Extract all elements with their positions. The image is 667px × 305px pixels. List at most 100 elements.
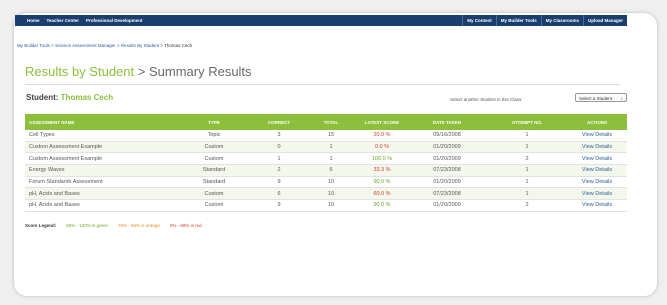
column-header-latest-score: LATEST SCORE [357, 114, 407, 130]
view-details-link[interactable]: View Details [567, 176, 627, 189]
breadcrumb-link-assessment-manager[interactable]: Science Assessment Manager [55, 43, 116, 48]
student-select[interactable]: Select a Student ↕ [575, 93, 627, 102]
cell-latest-score: 20.0 % [357, 130, 407, 142]
cell-total: 10 [305, 187, 357, 201]
legend-green: 85% - 100% is green [66, 223, 109, 228]
nav-my-content-link[interactable]: My Content [462, 15, 496, 26]
cell-date-taken: 01/20/2009 [407, 152, 487, 166]
page-title-main: Results by Student [25, 64, 135, 79]
cell-date-taken: 01/20/2009 [407, 141, 487, 154]
cell-date-taken: 09/16/2008 [407, 130, 487, 142]
cell-assessment-name: Custom Assessment Example [25, 152, 175, 166]
cell-date-taken: 07/23/2008 [407, 187, 487, 201]
view-details-link[interactable]: View Details [567, 187, 627, 201]
cell-attempt-no: 1 [487, 176, 567, 189]
cell-date-taken: 01/20/2009 [407, 199, 487, 212]
view-details-link[interactable]: View Details [567, 199, 627, 212]
cell-type: Custom [175, 152, 253, 166]
breadcrumb-separator: > [160, 43, 163, 48]
cell-attempt-no: 1 [487, 130, 567, 142]
cell-latest-score: 0.0 % [357, 141, 407, 154]
column-header-attempt-no: ATTEMPT NO. [487, 114, 567, 130]
cell-correct: 3 [253, 130, 305, 142]
student-select-label: Select another Student in this Class: [450, 97, 523, 102]
page-title: Results by Student > Summary Results [25, 64, 252, 79]
table-row: Custom Assessment Example Custom 0 1 0.0… [25, 141, 627, 154]
cell-type: Custom [175, 199, 253, 212]
cell-assessment-name: Custom Assessment Example [25, 141, 175, 154]
cell-attempt-no: 2 [487, 199, 567, 212]
cell-date-taken: 01/20/2009 [407, 176, 487, 189]
breadcrumb-separator: > [51, 43, 54, 48]
cell-total: 15 [305, 130, 357, 142]
cell-latest-score: 100.0 % [357, 152, 407, 166]
student-heading: Student: Thomas Cech [26, 93, 113, 102]
cell-type: Custom [175, 187, 253, 201]
cell-assessment-name: pH, Acids and Bases [25, 187, 175, 201]
table-header-row: ASSESSMENT NAME TYPE CORRECT TOTAL LATES… [25, 114, 627, 130]
top-navigation-bar: Home Teacher Center Professional Develop… [15, 15, 627, 26]
nav-teacher-center-link[interactable]: Teacher Center [47, 15, 79, 26]
breadcrumb-link-results-by-student[interactable]: Results By Student [121, 43, 159, 48]
cell-total: 1 [305, 152, 357, 166]
cell-correct: 0 [253, 141, 305, 154]
nav-secondary: My Content My Builder Tools My Classroom… [462, 15, 627, 26]
breadcrumb-link-builder-tools[interactable]: My Builder Tools [17, 43, 50, 48]
page-title-separator: > [137, 64, 146, 79]
column-header-type: TYPE [175, 114, 253, 130]
cell-latest-score: 90.0 % [357, 199, 407, 212]
cell-latest-score: 60.0 % [357, 187, 407, 201]
column-header-correct: CORRECT [253, 114, 305, 130]
legend-orange: 70% - 84% is orange [118, 223, 160, 228]
cell-correct: 9 [253, 199, 305, 212]
cell-type: Custom [175, 141, 253, 154]
cell-correct: 9 [253, 176, 305, 189]
table-row: Cell Types Topic 3 15 20.0 % 09/16/2008 … [25, 130, 627, 142]
title-divider [25, 84, 620, 85]
nav-my-builder-tools-link[interactable]: My Builder Tools [495, 15, 541, 26]
cell-attempt-no: 1 [487, 187, 567, 201]
nav-upload-manager-link[interactable]: Upload Manager [582, 15, 627, 26]
nav-primary: Home Teacher Center Professional Develop… [27, 15, 142, 26]
breadcrumb: My Builder Tools > Science Assessment Ma… [17, 43, 192, 48]
table-row: pH, Acids and Bases Custom 9 10 90.0 % 0… [25, 199, 627, 212]
cell-type: Standard [175, 176, 253, 189]
score-legend: Score Legend: 85% - 100% is green 70% - … [25, 223, 202, 228]
nav-my-classrooms-link[interactable]: My Classrooms [540, 15, 583, 26]
cell-assessment-name: pH, Acids and Bases [25, 199, 175, 212]
legend-label: Score Legend: [25, 223, 57, 228]
cell-attempt-no: 1 [487, 164, 567, 177]
view-details-link[interactable]: View Details [567, 152, 627, 166]
nav-home-link[interactable]: Home [27, 15, 40, 26]
view-details-link[interactable]: View Details [567, 164, 627, 177]
page-title-sub: Summary Results [148, 64, 252, 79]
cell-type: Topic [175, 130, 253, 142]
student-select-value: Select a Student [579, 96, 613, 101]
cell-assessment-name: Energy Waves [25, 164, 175, 177]
column-header-date-taken: DATE TAKEN [407, 114, 487, 130]
cell-attempt-no: 2 [487, 152, 567, 166]
student-name: Thomas Cech [60, 93, 114, 102]
nav-professional-development-link[interactable]: Professional Development [86, 15, 143, 26]
column-header-assessment-name[interactable]: ASSESSMENT NAME [25, 114, 175, 130]
view-details-link[interactable]: View Details [567, 130, 627, 142]
cell-assessment-name: Cell Types [25, 130, 175, 142]
student-label: Student: [26, 93, 59, 102]
table-row: Custom Assessment Example Custom 1 1 100… [25, 152, 627, 166]
cell-attempt-no: 1 [487, 141, 567, 154]
cell-total: 10 [305, 199, 357, 212]
cell-correct: 2 [253, 164, 305, 177]
cell-type: Standard [175, 164, 253, 177]
table-row: Energy Waves Standard 2 6 33.3 % 07/23/2… [25, 164, 627, 177]
breadcrumb-separator: > [116, 43, 120, 48]
cell-total: 6 [305, 164, 357, 177]
results-table: ASSESSMENT NAME TYPE CORRECT TOTAL LATES… [25, 114, 627, 212]
cell-correct: 1 [253, 152, 305, 166]
legend-red: 0% - 69% is red [169, 223, 202, 228]
cell-total: 1 [305, 141, 357, 154]
cell-correct: 6 [253, 187, 305, 201]
table-row: Forum Standards Assessment Standard 9 10… [25, 176, 627, 189]
view-details-link[interactable]: View Details [567, 141, 627, 154]
cell-latest-score: 90.0 % [357, 176, 407, 189]
table-row: pH, Acids and Bases Custom 6 10 60.0 % 0… [25, 187, 627, 201]
